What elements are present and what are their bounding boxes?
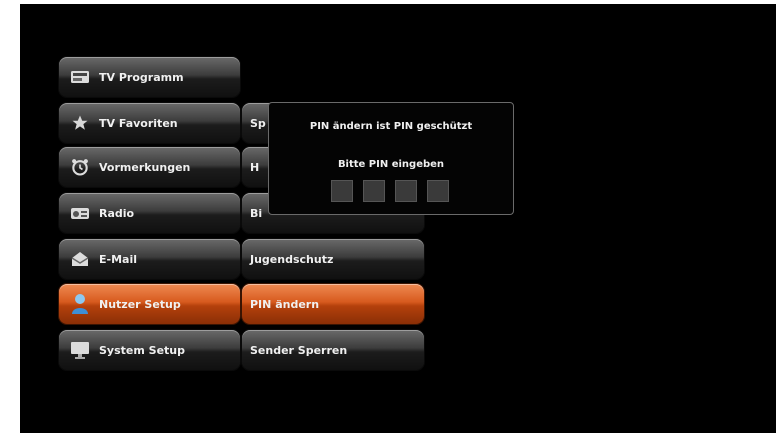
pin-digit-field[interactable] — [331, 180, 353, 202]
pin-dialog-title: PIN ändern ist PIN geschützt — [309, 121, 473, 132]
tv-screen: TV Programm TV Favoriten Vormerkungen Ra… — [20, 4, 776, 433]
menu-item-label: System Setup — [99, 343, 185, 357]
menu-item-label: Vormerkungen — [99, 160, 191, 174]
menu-item-nutzer-setup[interactable]: Nutzer Setup — [59, 284, 240, 324]
submenu-item-label: Bi — [250, 206, 263, 220]
menu-item-tv-programm[interactable]: TV Programm — [59, 57, 240, 97]
pin-digit-field[interactable] — [395, 180, 417, 202]
pin-digit-field[interactable] — [363, 180, 385, 202]
submenu-item-label: H — [250, 160, 260, 174]
menu-item-radio[interactable]: Radio — [59, 193, 240, 233]
mail-icon — [69, 248, 91, 270]
submenu-item-sender-sperren[interactable]: Sender Sperren — [242, 330, 424, 370]
submenu-item-label: Sender Sperren — [250, 343, 348, 357]
menu-item-label: Nutzer Setup — [99, 297, 181, 311]
pin-dialog-prompt: Bitte PIN eingeben — [337, 159, 445, 170]
submenu-item-jugendschutz[interactable]: Jugendschutz — [242, 239, 424, 279]
menu-item-label: TV Favoriten — [99, 116, 178, 130]
radio-icon — [69, 202, 91, 224]
submenu-item-label: Jugendschutz — [250, 252, 334, 266]
menu-item-system-setup[interactable]: System Setup — [59, 330, 240, 370]
menu-item-tv-favoriten[interactable]: TV Favoriten — [59, 103, 240, 143]
pin-digit-field[interactable] — [427, 180, 449, 202]
tv-guide-icon — [69, 66, 91, 88]
submenu-item-pin-aendern[interactable]: PIN ändern — [242, 284, 424, 324]
alarm-clock-icon — [69, 156, 91, 178]
menu-item-e-mail[interactable]: E-Mail — [59, 239, 240, 279]
menu-item-label: TV Programm — [99, 70, 184, 84]
pin-dialog: PIN ändern ist PIN geschützt Bitte PIN e… — [268, 102, 514, 215]
monitor-icon — [69, 339, 91, 361]
user-icon — [69, 293, 91, 315]
menu-item-label: Radio — [99, 206, 135, 220]
menu-item-label: E-Mail — [99, 252, 137, 266]
submenu-item-label: PIN ändern — [250, 297, 320, 311]
menu-item-vormerkungen[interactable]: Vormerkungen — [59, 147, 240, 187]
star-icon — [69, 112, 91, 134]
submenu-item-label: Sp — [250, 116, 266, 130]
